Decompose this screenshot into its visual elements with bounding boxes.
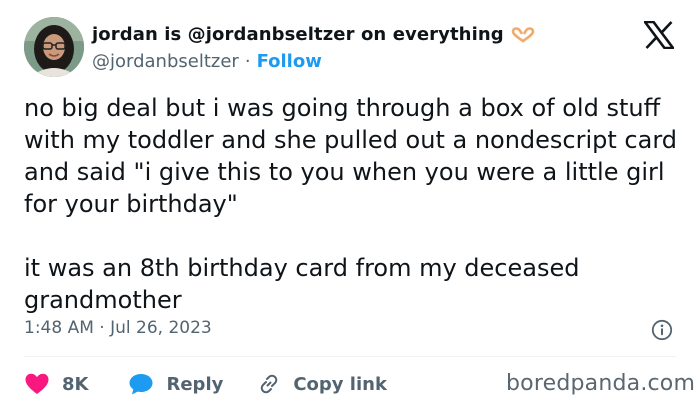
follow-button[interactable]: Follow xyxy=(257,51,322,72)
action-bar: 8K Reply Copy link xyxy=(24,370,387,398)
author-handle-row: @jordanbseltzer · Follow xyxy=(92,51,322,72)
divider xyxy=(24,356,676,357)
link-icon xyxy=(257,372,281,396)
reply-button[interactable]: Reply xyxy=(128,372,223,396)
x-logo-icon[interactable] xyxy=(642,20,676,50)
author-handle[interactable]: @jordanbseltzer xyxy=(92,51,239,72)
like-button[interactable]: 8K xyxy=(24,372,88,396)
avatar[interactable] xyxy=(24,17,84,77)
copy-link-button[interactable]: Copy link xyxy=(257,372,387,396)
tweet-card: jordan is @jordanbseltzer on everything … xyxy=(0,0,700,410)
tweet-timestamp[interactable]: 1:48 AM · Jul 26, 2023 xyxy=(24,318,212,338)
reply-bubble-icon xyxy=(128,372,154,396)
heart-hands-icon xyxy=(511,26,535,43)
tweet-text: no big deal but i was going through a bo… xyxy=(24,94,678,314)
watermark: boredpanda.com xyxy=(506,371,696,396)
author-display-name[interactable]: jordan is @jordanbseltzer on everything xyxy=(92,24,504,45)
heart-icon xyxy=(24,372,50,396)
info-icon[interactable] xyxy=(651,319,673,341)
copy-link-label: Copy link xyxy=(293,373,387,395)
like-count: 8K xyxy=(62,373,89,395)
reply-label: Reply xyxy=(166,373,224,395)
handle-separator: · xyxy=(244,51,251,72)
author-name-row: jordan is @jordanbseltzer on everything xyxy=(92,24,535,45)
